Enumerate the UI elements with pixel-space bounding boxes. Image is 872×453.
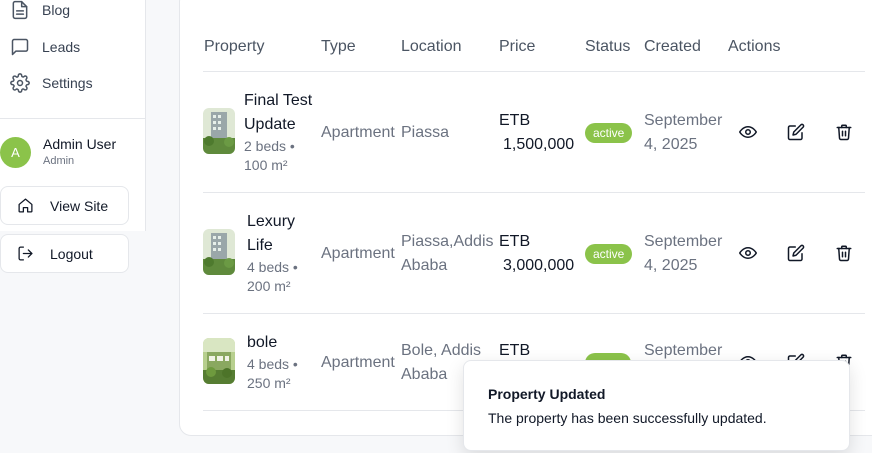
column-header-created[interactable]: Created	[644, 38, 701, 56]
user-role: Admin	[43, 155, 75, 167]
column-header-status[interactable]: Status	[585, 38, 630, 56]
logout-icon	[18, 246, 33, 261]
created-date: September 4, 2025	[644, 230, 722, 278]
logout-button[interactable]: Logout	[0, 234, 129, 273]
created-date-line1: September	[644, 233, 723, 250]
property-area: 100 m²	[244, 157, 288, 173]
edit-icon	[787, 244, 805, 262]
property-location: Piassa,Addis Ababa	[401, 230, 494, 278]
admin-page: Blog Leads Settings A Admin User Admin V…	[0, 0, 872, 453]
sidebar-item-label: Blog	[42, 2, 71, 18]
location-line1: Piassa,Addis	[401, 233, 494, 250]
sidebar-item-blog[interactable]: Blog	[10, 0, 70, 20]
property-thumbnail	[203, 108, 235, 154]
row-divider	[203, 192, 865, 193]
column-header-location[interactable]: Location	[401, 38, 462, 56]
property-name-line2: Update	[244, 116, 296, 133]
property-price-currency: ETB	[499, 233, 531, 250]
gear-icon	[10, 73, 30, 93]
property-name[interactable]: Lexury Life	[247, 210, 295, 258]
property-area: 250 m²	[247, 375, 291, 391]
view-site-label: View Site	[50, 197, 109, 214]
sidebar-item-label: Leads	[42, 39, 81, 55]
edit-button[interactable]	[787, 244, 805, 262]
column-header-type[interactable]: Type	[321, 38, 356, 56]
file-text-icon	[12, 0, 28, 20]
eye-icon	[739, 126, 757, 138]
property-thumbnail	[203, 229, 235, 275]
created-date-line2: 4, 2025	[644, 257, 698, 274]
view-site-button[interactable]: View Site	[0, 186, 129, 225]
property-thumbnail	[203, 338, 235, 384]
column-header-actions: Actions	[728, 38, 781, 55]
property-price-amount: 1,500,000	[503, 136, 575, 153]
created-date-line2: 4, 2025	[644, 136, 698, 153]
property-type: Apartment	[321, 245, 395, 262]
property-name-line1: Lexury	[247, 213, 296, 230]
sidebar-item-label: Settings	[42, 75, 93, 91]
property-beds: 4 beds •	[247, 259, 298, 275]
sidebar-item-settings[interactable]: Settings	[10, 73, 93, 93]
edit-button[interactable]	[787, 123, 805, 141]
trash-icon	[836, 124, 852, 141]
property-name-line1: bole	[247, 334, 278, 351]
row-divider	[203, 313, 865, 314]
status-badge: active	[585, 244, 633, 264]
property-name-line1: Final Test	[244, 92, 313, 109]
header-divider	[203, 71, 865, 72]
property-beds: 4 beds •	[247, 356, 298, 372]
toast-title: Property Updated	[488, 386, 606, 402]
home-icon	[18, 198, 33, 213]
trash-icon	[836, 245, 852, 262]
property-name-line2: Life	[247, 237, 273, 254]
created-date-line1: September	[644, 112, 723, 129]
property-type: Apartment	[321, 354, 395, 371]
location-line2: Ababa	[401, 366, 448, 383]
location-line2: Ababa	[401, 257, 448, 274]
delete-button[interactable]	[835, 244, 853, 262]
sidebar-item-leads[interactable]: Leads	[10, 37, 80, 57]
location-line1: Bole, Addis	[401, 342, 482, 359]
property-meta: 4 beds • 200 m²	[247, 258, 298, 296]
eye-icon	[739, 247, 757, 259]
delete-button[interactable]	[835, 123, 853, 141]
property-area: 200 m²	[247, 278, 291, 294]
created-date: September 4, 2025	[644, 109, 722, 157]
edit-icon	[787, 123, 805, 141]
property-type: Apartment	[321, 124, 395, 141]
sidebar-divider	[0, 118, 146, 119]
property-beds: 2 beds •	[244, 138, 295, 154]
toast-description: The property has been successfully updat…	[488, 410, 767, 426]
property-meta: 2 beds • 100 m²	[244, 137, 295, 175]
property-meta: 4 beds • 250 m²	[247, 355, 298, 393]
toast-notification[interactable]: Property Updated The property has been s…	[463, 360, 850, 451]
view-button[interactable]	[739, 123, 757, 141]
user-name: Admin User	[43, 136, 117, 152]
message-square-icon	[11, 38, 29, 56]
avatar: A	[0, 137, 31, 168]
column-header-property[interactable]: Property	[204, 38, 264, 56]
logout-label: Logout	[50, 245, 93, 262]
property-location: Piassa	[401, 124, 450, 141]
property-name[interactable]: bole	[247, 331, 277, 355]
property-price-currency: ETB	[499, 112, 531, 129]
property-price-amount: 3,000,000	[503, 257, 575, 274]
status-badge: active	[585, 123, 633, 143]
view-button[interactable]	[739, 244, 757, 262]
column-header-price[interactable]: Price	[499, 38, 535, 56]
property-name[interactable]: Final Test Update	[244, 89, 312, 137]
